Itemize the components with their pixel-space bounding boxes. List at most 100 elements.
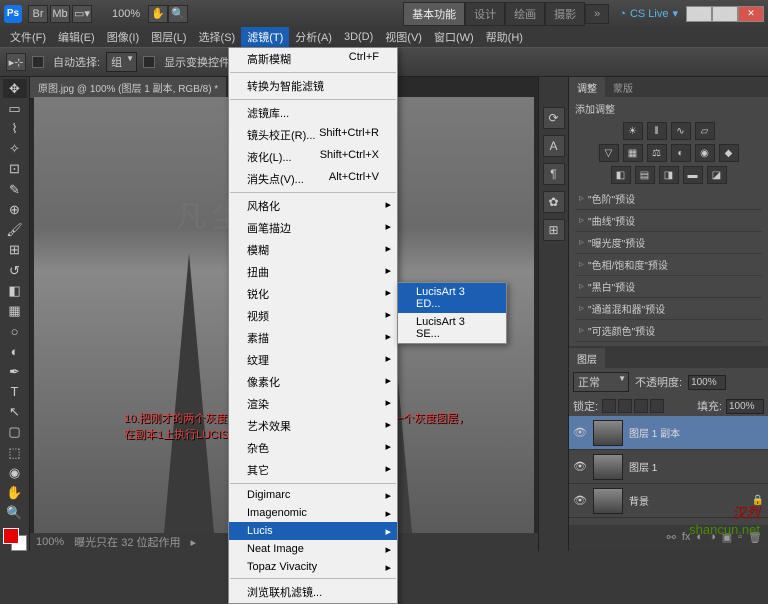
opacity-input[interactable]: 100% bbox=[688, 375, 726, 390]
filter-menu-item[interactable]: 扭曲 bbox=[229, 261, 397, 283]
menu-file[interactable]: 文件(F) bbox=[4, 27, 52, 47]
filter-menu-item[interactable]: 模糊 bbox=[229, 239, 397, 261]
posterize-icon[interactable]: ▤ bbox=[635, 166, 655, 184]
filter-menu-item[interactable]: 消失点(V)...Alt+Ctrl+V bbox=[229, 168, 397, 190]
window-close[interactable]: ✕ bbox=[738, 6, 764, 22]
filter-menu-item[interactable]: 浏览联机滤镜... bbox=[229, 581, 397, 603]
menu-image[interactable]: 图像(I) bbox=[101, 27, 145, 47]
fill-input[interactable]: 100% bbox=[726, 399, 764, 414]
healing-tool[interactable]: ⊕ bbox=[3, 200, 27, 219]
char-panel-icon[interactable]: A bbox=[543, 135, 565, 157]
gradientmap-icon[interactable]: ▬ bbox=[683, 166, 703, 184]
filter-menu-item[interactable]: 锐化 bbox=[229, 283, 397, 305]
menu-select[interactable]: 选择(S) bbox=[193, 27, 242, 47]
brightness-icon[interactable]: ☀ bbox=[623, 122, 643, 140]
menu-window[interactable]: 窗口(W) bbox=[428, 27, 480, 47]
color-swatches[interactable] bbox=[3, 528, 27, 551]
bw-icon[interactable]: ◐ bbox=[671, 144, 691, 162]
layer-thumbnail[interactable] bbox=[593, 420, 623, 446]
layer-row[interactable]: 👁背景🔒 bbox=[569, 484, 768, 518]
menu-edit[interactable]: 编辑(E) bbox=[52, 27, 101, 47]
3d-camera-tool[interactable]: ◉ bbox=[3, 463, 27, 482]
filter-menu-item[interactable]: 风格化 bbox=[229, 195, 397, 217]
shape-tool[interactable]: ▢ bbox=[3, 423, 27, 442]
new-layer-icon[interactable]: ▫ bbox=[738, 531, 742, 543]
workspace-tab-basic[interactable]: 基本功能 bbox=[403, 2, 465, 26]
hand-tool[interactable]: ✋ bbox=[3, 483, 27, 502]
history-panel-icon[interactable]: ⟳ bbox=[543, 107, 565, 129]
zoom-icon[interactable]: 🔍 bbox=[168, 5, 188, 23]
filter-menu-item[interactable]: Topaz Vivacity bbox=[229, 558, 397, 576]
filter-menu-item[interactable]: 滤镜库... bbox=[229, 102, 397, 124]
dodge-tool[interactable]: ◐ bbox=[3, 342, 27, 361]
hand-icon[interactable]: ✋ bbox=[148, 5, 168, 23]
zoom-tool[interactable]: 🔍 bbox=[3, 504, 27, 523]
workspace-tab-design[interactable]: 设计 bbox=[465, 2, 505, 26]
eyedropper-tool[interactable]: ✎ bbox=[3, 180, 27, 199]
filter-menu-item[interactable]: 液化(L)...Shift+Ctrl+X bbox=[229, 146, 397, 168]
3d-tool[interactable]: ⬚ bbox=[3, 443, 27, 462]
selective-icon[interactable]: ◪ bbox=[707, 166, 727, 184]
auto-select-dropdown[interactable]: 组 bbox=[106, 52, 137, 72]
adjustment-layer-icon[interactable]: ◑ bbox=[709, 531, 716, 543]
workspace-more[interactable]: » bbox=[585, 4, 609, 24]
lock-all-icon[interactable] bbox=[650, 399, 664, 413]
mb-icon[interactable]: Mb bbox=[50, 5, 70, 23]
adjustment-preset-item[interactable]: "通道混和器"预设 bbox=[575, 298, 762, 320]
lock-transparent-icon[interactable] bbox=[602, 399, 616, 413]
menu-view[interactable]: 视图(V) bbox=[379, 27, 428, 47]
marquee-tool[interactable]: ▭ bbox=[3, 99, 27, 118]
workspace-tab-paint[interactable]: 绘画 bbox=[505, 2, 545, 26]
lucis-submenu-item[interactable]: LucisArt 3 SE... bbox=[398, 313, 506, 343]
filter-menu-item[interactable]: 其它 bbox=[229, 459, 397, 481]
layer-visibility-icon[interactable]: 👁 bbox=[573, 494, 587, 507]
hue-icon[interactable]: ▦ bbox=[623, 144, 643, 162]
threshold-icon[interactable]: ◨ bbox=[659, 166, 679, 184]
filter-menu-item[interactable]: 画笔描边 bbox=[229, 217, 397, 239]
blend-mode-dropdown[interactable]: 正常 bbox=[573, 372, 629, 392]
colorbalance-icon[interactable]: ⚖ bbox=[647, 144, 667, 162]
lock-position-icon[interactable] bbox=[634, 399, 648, 413]
layer-row[interactable]: 👁 图层 1 bbox=[569, 450, 768, 484]
layer-name[interactable]: 背景 bbox=[629, 493, 746, 508]
layer-visibility-icon[interactable]: 👁 bbox=[573, 460, 587, 473]
layer-thumbnail[interactable] bbox=[593, 488, 623, 514]
menu-help[interactable]: 帮助(H) bbox=[480, 27, 529, 47]
brush-panel-icon[interactable]: ✿ bbox=[543, 191, 565, 213]
move-tool-preset[interactable]: ▸⊹ bbox=[6, 53, 26, 71]
menu-filter[interactable]: 滤镜(T) bbox=[241, 27, 289, 47]
adjustments-tab[interactable]: 调整 bbox=[569, 77, 605, 97]
delete-layer-icon[interactable]: 🗑 bbox=[748, 531, 762, 544]
menu-layer[interactable]: 图层(L) bbox=[145, 27, 192, 47]
filter-menu-item[interactable]: 渲染 bbox=[229, 393, 397, 415]
type-tool[interactable]: T bbox=[3, 382, 27, 401]
layer-name[interactable]: 图层 1 bbox=[629, 459, 764, 474]
filter-menu-item[interactable]: Digimarc bbox=[229, 486, 397, 504]
photofilter-icon[interactable]: ◉ bbox=[695, 144, 715, 162]
crop-tool[interactable]: ⊡ bbox=[3, 160, 27, 179]
history-brush-tool[interactable]: ↺ bbox=[3, 261, 27, 280]
adjustment-preset-item[interactable]: "曲线"预设 bbox=[575, 210, 762, 232]
filter-menu-item[interactable]: 素描 bbox=[229, 327, 397, 349]
filter-menu-item[interactable]: 高斯模糊Ctrl+F bbox=[229, 48, 397, 70]
filter-menu-item[interactable]: Imagenomic bbox=[229, 504, 397, 522]
filter-menu-item[interactable]: 视频 bbox=[229, 305, 397, 327]
pen-tool[interactable]: ✒ bbox=[3, 362, 27, 381]
menu-analysis[interactable]: 分析(A) bbox=[289, 27, 338, 47]
status-zoom[interactable]: 100% bbox=[36, 536, 64, 548]
brush-tool[interactable]: 🖌 bbox=[3, 221, 27, 240]
vibrance-icon[interactable]: ▽ bbox=[599, 144, 619, 162]
window-minimize[interactable]: ─ bbox=[686, 6, 712, 22]
curves-icon[interactable]: ∿ bbox=[671, 122, 691, 140]
clone-panel-icon[interactable]: ⊞ bbox=[543, 219, 565, 241]
cslive-button[interactable]: ◔ CS Live▾ bbox=[619, 7, 678, 20]
levels-icon[interactable]: ⫴ bbox=[647, 122, 667, 140]
eraser-tool[interactable]: ◧ bbox=[3, 281, 27, 300]
layer-group-icon[interactable]: ▣ bbox=[722, 531, 732, 544]
menu-3d[interactable]: 3D(D) bbox=[338, 29, 379, 45]
exposure-icon[interactable]: ▱ bbox=[695, 122, 715, 140]
layer-row[interactable]: 👁图层 1 副本 bbox=[569, 416, 768, 450]
fg-color[interactable] bbox=[3, 528, 19, 544]
screen-mode-icon[interactable]: ▭▾ bbox=[72, 5, 92, 23]
window-maximize[interactable]: □ bbox=[712, 6, 738, 22]
